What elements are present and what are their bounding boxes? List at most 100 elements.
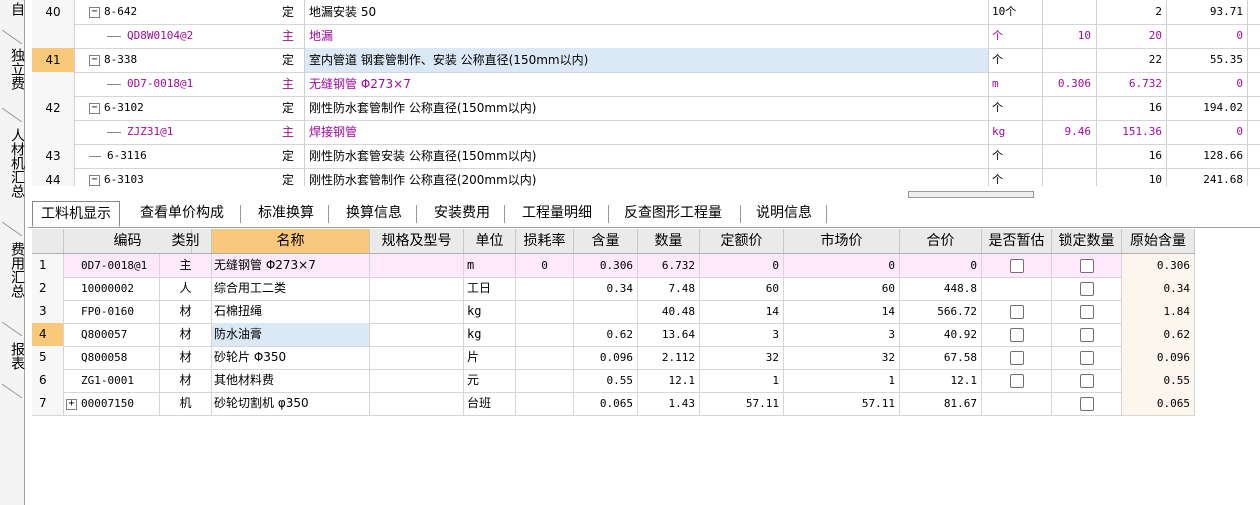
quota-code[interactable]: QD8W0104@2 [75, 24, 285, 48]
table-row[interactable]: 4 Q800057 材防水油膏 kg 0.62 13.64 3 3 40.92 0.62 [32, 323, 1195, 347]
quota-code[interactable]: 6-3116 [75, 144, 285, 168]
tab-quantity-detail[interactable]: 工程量明细 [514, 201, 600, 225]
material-quota-price[interactable]: 3 [700, 323, 784, 346]
quota-code[interactable]: −8-338 [75, 48, 285, 72]
row-number[interactable]: 43 [32, 144, 75, 168]
estimate-cell[interactable] [982, 300, 1052, 323]
row-number[interactable]: 4 [32, 323, 64, 346]
quota-code[interactable]: −6-3103 [75, 168, 285, 186]
nav-tab-report[interactable]: 报表 [0, 342, 25, 370]
material-unit[interactable]: 工日 [464, 277, 516, 300]
header-quantity[interactable]: 数量 [638, 229, 700, 253]
quota-row[interactable]: 41−8-338 定室内管道 钢套管制作、安装 公称直径(150mm以内) 个 22 5… [32, 48, 1260, 73]
quota-loss[interactable] [1042, 96, 1096, 120]
row-number[interactable] [32, 24, 75, 48]
material-quantity[interactable]: 40.48 [638, 300, 700, 323]
row-number[interactable]: 44 [32, 168, 75, 186]
row-number[interactable]: 40 [32, 0, 75, 24]
quota-name[interactable]: 刚性防水套管安装 公称直径(150mm以内) [304, 144, 988, 168]
material-total-price[interactable]: 12.1 [900, 369, 982, 392]
material-quota-price[interactable]: 1 [700, 369, 784, 392]
quota-unit-price[interactable]: 0 [1166, 24, 1248, 48]
header-category[interactable]: 类别 [160, 229, 212, 253]
material-content[interactable] [574, 300, 638, 323]
material-content[interactable]: 0.55 [574, 369, 638, 392]
quota-name[interactable]: 室内管道 钢套管制作、安装 公称直径(150mm以内) [304, 48, 988, 72]
estimate-checkbox[interactable] [1009, 327, 1024, 342]
material-code[interactable]: +00007150 [64, 392, 160, 415]
material-quota-price[interactable]: 57.11 [700, 392, 784, 415]
material-unit[interactable]: kg [464, 323, 516, 346]
material-name[interactable]: 防水油膏 [212, 323, 370, 346]
material-original-content[interactable]: 0.096 [1122, 346, 1195, 369]
quota-unit-price[interactable]: 128.66 [1166, 144, 1248, 168]
material-spec[interactable] [370, 369, 464, 392]
table-row[interactable]: 5 Q800058 材砂轮片 Φ350 片 0.096 2.112 32 32 67.58 0.0… [32, 346, 1195, 370]
tab-install-fee[interactable]: 安装费用 [426, 201, 498, 225]
quota-unit[interactable]: 个 [988, 24, 1042, 48]
lock-quantity-checkbox[interactable] [1079, 304, 1094, 319]
quota-name[interactable]: 地漏安装 50 [304, 0, 988, 24]
material-original-content[interactable]: 0.306 [1122, 254, 1195, 277]
row-number[interactable]: 7 [32, 392, 64, 415]
material-market-price[interactable]: 32 [784, 346, 900, 369]
collapse-icon[interactable]: − [89, 102, 100, 114]
row-number[interactable]: 6 [32, 369, 64, 392]
lock-quantity-checkbox[interactable] [1079, 350, 1094, 365]
quota-row[interactable]: 43 6-3116 定刚性防水套管安装 公称直径(150mm以内) 个 16 128.66 [32, 144, 1260, 169]
header-spec[interactable]: 规格及型号 [370, 229, 464, 253]
quota-quantity[interactable]: 16 [1096, 96, 1166, 120]
quota-unit-price[interactable]: 0 [1166, 72, 1248, 96]
material-loss-rate[interactable] [516, 323, 574, 346]
tab-standard-conversion[interactable]: 标准换算 [250, 201, 322, 225]
material-market-price[interactable]: 60 [784, 277, 900, 300]
quota-code[interactable]: −8-642 [75, 0, 285, 24]
material-market-price[interactable]: 57.11 [784, 392, 900, 415]
nav-tab-labor-material-summary[interactable]: 人材机汇总 [0, 128, 25, 198]
header-quota-price[interactable]: 定额价 [700, 229, 784, 253]
material-code[interactable]: 10000002 [64, 277, 160, 300]
material-original-content[interactable]: 0.62 [1122, 323, 1195, 346]
header-lock-quantity[interactable]: 锁定数量 [1052, 229, 1122, 253]
tab-reverse-graphic-quantity[interactable]: 反查图形工程量 [616, 201, 730, 225]
quota-unit-price[interactable]: 93.71 [1166, 0, 1248, 24]
material-market-price[interactable]: 1 [784, 369, 900, 392]
material-spec[interactable] [370, 254, 464, 277]
quota-unit[interactable]: 个 [988, 168, 1042, 186]
material-spec[interactable] [370, 277, 464, 300]
material-total-price[interactable]: 40.92 [900, 323, 982, 346]
material-market-price[interactable]: 0 [784, 254, 900, 277]
header-original-content[interactable]: 原始含量 [1122, 229, 1195, 253]
estimate-cell[interactable] [982, 369, 1052, 392]
header-name[interactable]: 名称 [212, 229, 370, 253]
lock-cell[interactable] [1052, 277, 1122, 300]
collapse-icon[interactable]: − [89, 54, 100, 66]
lock-cell[interactable] [1052, 323, 1122, 346]
material-original-content[interactable]: 0.55 [1122, 369, 1195, 392]
quota-code[interactable]: ZJZ31@1 [75, 120, 285, 144]
header-market-price[interactable]: 市场价 [784, 229, 900, 253]
quota-unit[interactable]: 个 [988, 48, 1042, 72]
quota-name[interactable]: 无缝钢管 Φ273×7 [304, 72, 988, 96]
lock-cell[interactable] [1052, 300, 1122, 323]
quota-row[interactable]: ZJZ31@1 主焊接钢管 kg 9.46 151.36 0 [32, 120, 1260, 145]
quota-quantity[interactable]: 22 [1096, 48, 1166, 72]
material-total-price[interactable]: 566.72 [900, 300, 982, 323]
quota-loss[interactable]: 10 [1042, 24, 1096, 48]
material-category[interactable]: 材 [160, 346, 212, 369]
estimate-checkbox[interactable] [1009, 304, 1024, 319]
material-name[interactable]: 石棉扭绳 [212, 300, 370, 323]
material-quantity[interactable]: 6.732 [638, 254, 700, 277]
material-quota-price[interactable]: 32 [700, 346, 784, 369]
material-unit[interactable]: kg [464, 300, 516, 323]
quota-loss[interactable] [1042, 48, 1096, 72]
material-content[interactable]: 0.34 [574, 277, 638, 300]
material-code[interactable]: 0D7-0018@1 [64, 254, 160, 277]
material-total-price[interactable]: 0 [900, 254, 982, 277]
material-original-content[interactable]: 0.34 [1122, 277, 1195, 300]
material-name[interactable]: 其他材料费 [212, 369, 370, 392]
material-unit[interactable]: 元 [464, 369, 516, 392]
header-loss-rate[interactable]: 损耗率 [516, 229, 574, 253]
material-code[interactable]: Q800057 [64, 323, 160, 346]
lock-quantity-checkbox[interactable] [1079, 258, 1094, 273]
